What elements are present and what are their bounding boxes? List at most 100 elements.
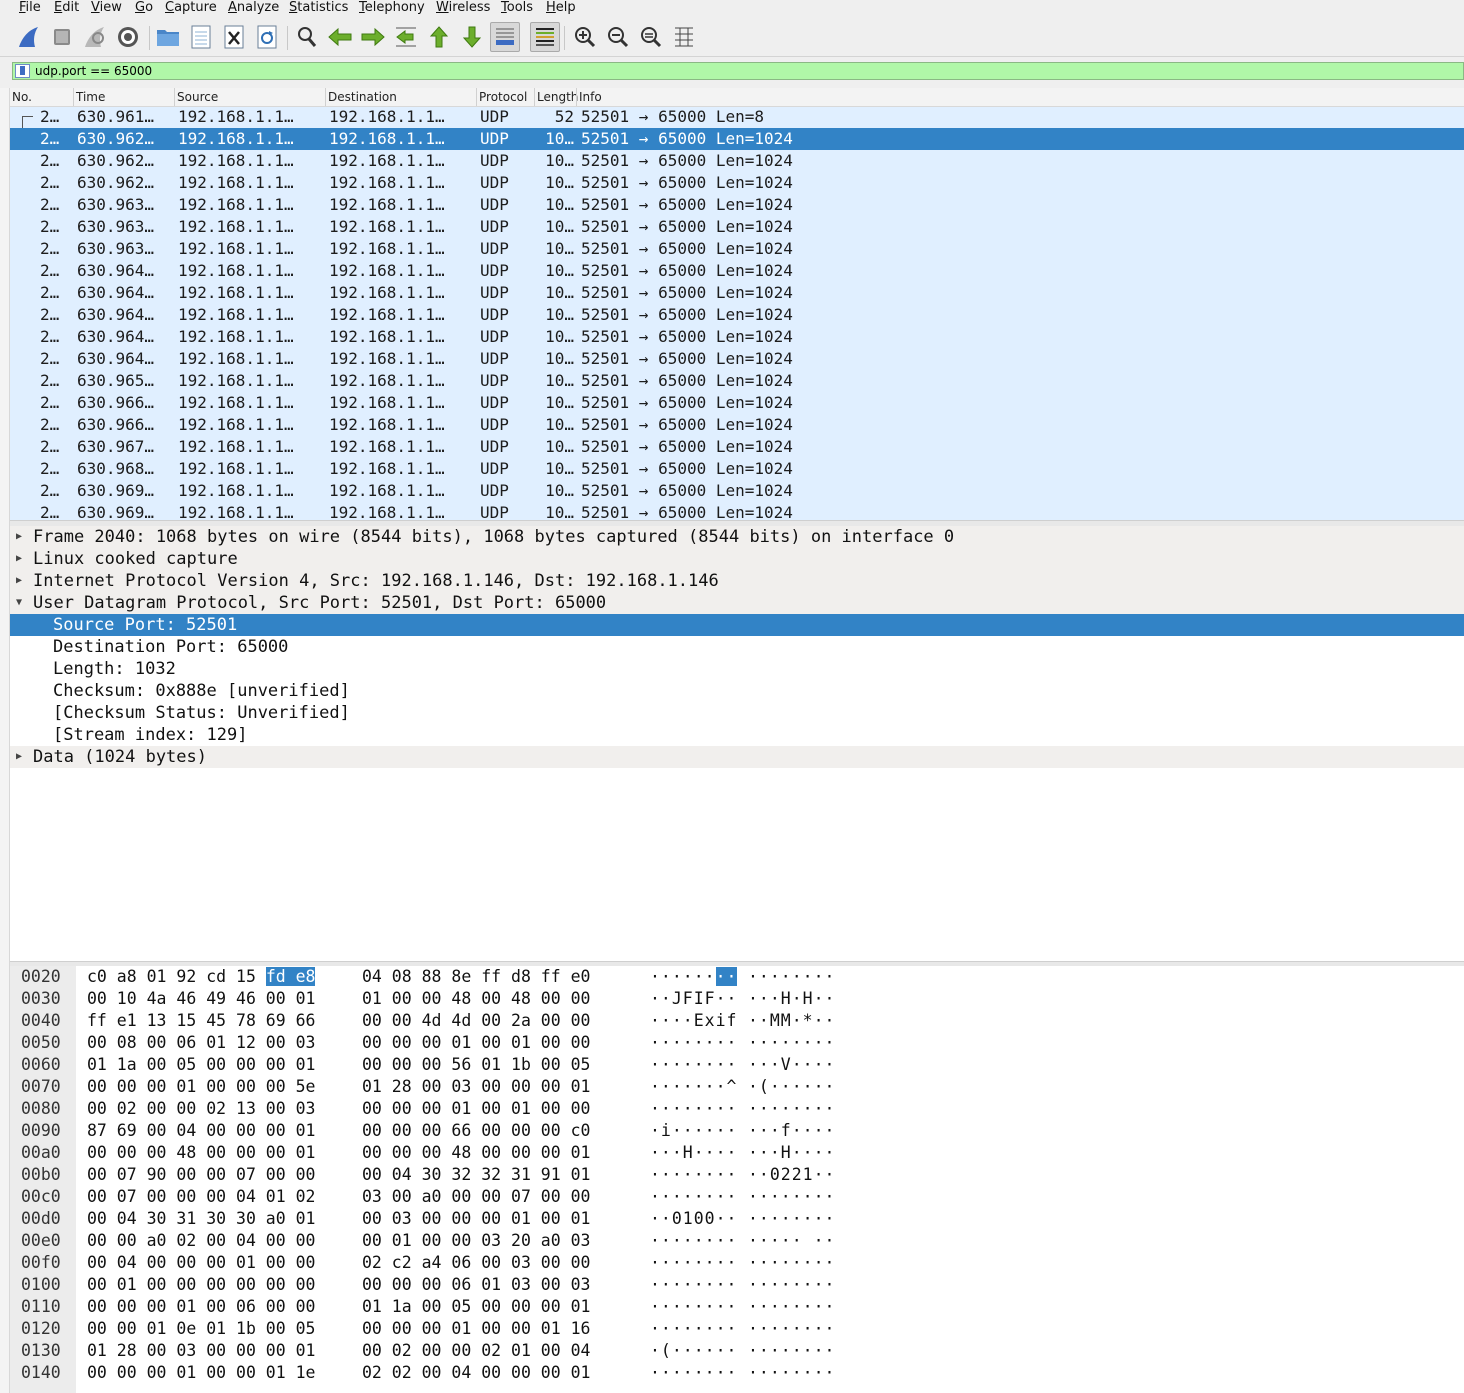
packet-row[interactable]: 2… 630.964… 192.168.1.1… 192.168.1.1… UDP 10……	[10, 282, 1464, 304]
tree-item-label: Checksum: 0x888e [unverified]	[53, 681, 350, 701]
capture-options-icon[interactable]	[113, 22, 143, 52]
menu-edit[interactable]: Edit	[54, 0, 79, 16]
hex-row[interactable]: 00c0 00 07 00 00 00 04 01 02 03 00 a0 00 0…	[10, 1186, 1464, 1208]
auto-scroll-icon[interactable]	[490, 22, 520, 52]
resize-columns-icon[interactable]	[669, 22, 699, 52]
menu-view[interactable]: View	[91, 0, 122, 16]
column-header-time[interactable]: Time	[73, 88, 105, 106]
packet-row[interactable]: 2… 630.963… 192.168.1.1… 192.168.1.1… UDP 10……	[10, 238, 1464, 260]
hex-row[interactable]: 0090 87 69 00 04 00 00 00 01 00 00 00 66 0…	[10, 1120, 1464, 1142]
protocol-tree-node[interactable]: ▼ User Datagram Protocol, Src Port: 52501…	[10, 592, 1464, 614]
packet-bytes-pane[interactable]: 0020 c0 a8 01 92 cd 15 fd e8 04 08 88 8e f…	[10, 966, 1464, 1393]
packet-row[interactable]: 2… 630.962… 192.168.1.1… 192.168.1.1… UDP 10……	[10, 150, 1464, 172]
protocol-tree-node[interactable]: ▶ Data (1024 bytes)	[10, 746, 1464, 768]
back-arrow-icon[interactable]	[325, 22, 355, 52]
go-to-packet-icon[interactable]	[391, 22, 421, 52]
bookmark-icon[interactable]	[15, 64, 30, 78]
packet-row[interactable]: 2… 630.963… 192.168.1.1… 192.168.1.1… UDP 10……	[10, 216, 1464, 238]
packet-row[interactable]: 2… 630.964… 192.168.1.1… 192.168.1.1… UDP 10……	[10, 260, 1464, 282]
protocol-tree-node[interactable]: ▶ Linux cooked capture	[10, 548, 1464, 570]
colorize-icon[interactable]	[530, 22, 560, 52]
packet-row[interactable]: 2… 630.968… 192.168.1.1… 192.168.1.1… UDP 10……	[10, 458, 1464, 480]
hex-row[interactable]: 00f0 00 04 00 00 00 01 00 00 02 c2 a4 06 0…	[10, 1252, 1464, 1274]
menu-analyze[interactable]: Analyze	[228, 0, 279, 16]
packet-row[interactable]: 2… 630.964… 192.168.1.1… 192.168.1.1… UDP 10……	[10, 326, 1464, 348]
column-header-destination[interactable]: Destination	[325, 88, 397, 106]
hex-row[interactable]: 0070 00 00 00 01 00 00 00 5e 01 28 00 03 0…	[10, 1076, 1464, 1098]
hex-row[interactable]: 00d0 00 04 30 31 30 30 a0 01 00 03 00 00 0…	[10, 1208, 1464, 1230]
reload-icon[interactable]	[252, 22, 282, 52]
zoom-in-icon[interactable]	[570, 22, 600, 52]
column-header-length[interactable]: Length	[534, 88, 578, 106]
packet-source: 192.168.1.1…	[178, 415, 294, 434]
hex-row[interactable]: 0050 00 08 00 06 01 12 00 03 00 00 00 01 0…	[10, 1032, 1464, 1054]
normal-size-icon[interactable]	[636, 22, 666, 52]
find-icon[interactable]	[292, 22, 322, 52]
menu-statistics[interactable]: Statistics	[289, 0, 348, 16]
menu-go[interactable]: Go	[135, 0, 153, 16]
shark-fin-start-icon[interactable]	[14, 22, 44, 52]
collapsed-arrow-icon[interactable]: ▶	[16, 526, 22, 548]
forward-arrow-icon[interactable]	[358, 22, 388, 52]
protocol-field[interactable]: Checksum: 0x888e [unverified]	[10, 680, 1464, 702]
menu-telephony[interactable]: Telephony	[359, 0, 425, 16]
collapsed-arrow-icon[interactable]: ▶	[16, 548, 22, 570]
protocol-tree-node[interactable]: ▶ Frame 2040: 1068 bytes on wire (8544 bi…	[10, 526, 1464, 548]
hex-row[interactable]: 0060 01 1a 00 05 00 00 00 01 00 00 00 56 0…	[10, 1054, 1464, 1076]
packet-row[interactable]: 2… 630.963… 192.168.1.1… 192.168.1.1… UDP 10……	[10, 194, 1464, 216]
save-file-icon[interactable]	[186, 22, 216, 52]
packet-row[interactable]: 2… 630.967… 192.168.1.1… 192.168.1.1… UDP 10……	[10, 436, 1464, 458]
menu-capture[interactable]: Capture	[165, 0, 217, 16]
packet-row[interactable]: 2… 630.962… 192.168.1.1… 192.168.1.1… UDP 10……	[10, 172, 1464, 194]
last-packet-icon[interactable]	[457, 22, 487, 52]
collapsed-arrow-icon[interactable]: ▶	[16, 570, 22, 592]
first-packet-icon[interactable]	[424, 22, 454, 52]
protocol-field[interactable]: Source Port: 52501	[10, 614, 1464, 636]
column-header-protocol[interactable]: Protocol	[476, 88, 527, 106]
hex-row[interactable]: 0130 01 28 00 03 00 00 00 01 00 02 00 00 0…	[10, 1340, 1464, 1362]
hex-row[interactable]: 0120 00 00 01 0e 01 1b 00 05 00 00 00 01 0…	[10, 1318, 1464, 1340]
packet-details-tree[interactable]: ▶ Frame 2040: 1068 bytes on wire (8544 bi…	[10, 526, 1464, 961]
hex-row[interactable]: 0030 00 10 4a 46 49 46 00 01 01 00 00 48 0…	[10, 988, 1464, 1010]
hex-row[interactable]: 0020 c0 a8 01 92 cd 15 fd e8 04 08 88 8e f…	[10, 966, 1464, 988]
menu-help[interactable]: Help	[546, 0, 576, 16]
packet-list[interactable]: 2… 630.961… 192.168.1.1… 192.168.1.1… UDP 52 5…	[10, 107, 1464, 521]
packet-row[interactable]: 2… 630.969… 192.168.1.1… 192.168.1.1… UDP 10……	[10, 480, 1464, 502]
display-filter-bar[interactable]: udp.port == 65000	[12, 62, 1464, 80]
protocol-field[interactable]: [Checksum Status: Unverified]	[10, 702, 1464, 724]
packet-row[interactable]: 2… 630.964… 192.168.1.1… 192.168.1.1… UDP 10……	[10, 348, 1464, 370]
hex-row[interactable]: 0110 00 00 00 01 00 06 00 00 01 1a 00 05 0…	[10, 1296, 1464, 1318]
packet-row[interactable]: 2… 630.961… 192.168.1.1… 192.168.1.1… UDP 52 5…	[10, 107, 1464, 129]
menu-wireless[interactable]: Wireless	[436, 0, 490, 16]
hex-row[interactable]: 0040 ff e1 13 15 45 78 69 66 00 00 4d 4d 0…	[10, 1010, 1464, 1032]
hex-row[interactable]: 0100 00 01 00 00 00 00 00 00 00 00 00 06 0…	[10, 1274, 1464, 1296]
protocol-field[interactable]: Length: 1032	[10, 658, 1464, 680]
display-filter-input[interactable]: udp.port == 65000	[35, 63, 152, 79]
collapsed-arrow-icon[interactable]: ▶	[16, 746, 22, 768]
packet-row[interactable]: 2… 630.966… 192.168.1.1… 192.168.1.1… UDP 10……	[10, 392, 1464, 414]
column-header-no[interactable]: No.	[10, 88, 32, 106]
open-folder-icon[interactable]	[153, 22, 183, 52]
hex-row[interactable]: 00a0 00 00 00 48 00 00 00 01 00 00 00 48 0…	[10, 1142, 1464, 1164]
hex-row[interactable]: 00e0 00 00 a0 02 00 04 00 00 00 01 00 00 0…	[10, 1230, 1464, 1252]
shark-fin-restart-icon[interactable]	[80, 22, 110, 52]
packet-row[interactable]: 2… 630.962… 192.168.1.1… 192.168.1.1… UDP 10……	[10, 128, 1464, 150]
column-header-source[interactable]: Source	[174, 88, 218, 106]
hex-row[interactable]: 0140 00 00 00 01 00 00 01 1e 02 02 00 04 0…	[10, 1362, 1464, 1384]
packet-row[interactable]: 2… 630.969… 192.168.1.1… 192.168.1.1… UDP 10……	[10, 502, 1464, 521]
packet-row[interactable]: 2… 630.965… 192.168.1.1… 192.168.1.1… UDP 10……	[10, 370, 1464, 392]
zoom-out-icon[interactable]	[603, 22, 633, 52]
protocol-tree-node[interactable]: ▶ Internet Protocol Version 4, Src: 192.1…	[10, 570, 1464, 592]
protocol-field[interactable]: [Stream index: 129]	[10, 724, 1464, 746]
expanded-arrow-icon[interactable]: ▼	[16, 592, 22, 614]
packet-row[interactable]: 2… 630.966… 192.168.1.1… 192.168.1.1… UDP 10……	[10, 414, 1464, 436]
hex-row[interactable]: 00b0 00 07 90 00 00 07 00 00 00 04 30 32 3…	[10, 1164, 1464, 1186]
menu-tools[interactable]: Tools	[501, 0, 533, 16]
stop-icon[interactable]	[47, 22, 77, 52]
close-file-icon[interactable]	[219, 22, 249, 52]
packet-row[interactable]: 2… 630.964… 192.168.1.1… 192.168.1.1… UDP 10……	[10, 304, 1464, 326]
hex-row[interactable]: 0080 00 02 00 00 02 13 00 03 00 00 00 01 0…	[10, 1098, 1464, 1120]
column-header-info[interactable]: Info	[576, 88, 602, 106]
protocol-field[interactable]: Destination Port: 65000	[10, 636, 1464, 658]
menu-file[interactable]: File	[19, 0, 41, 16]
